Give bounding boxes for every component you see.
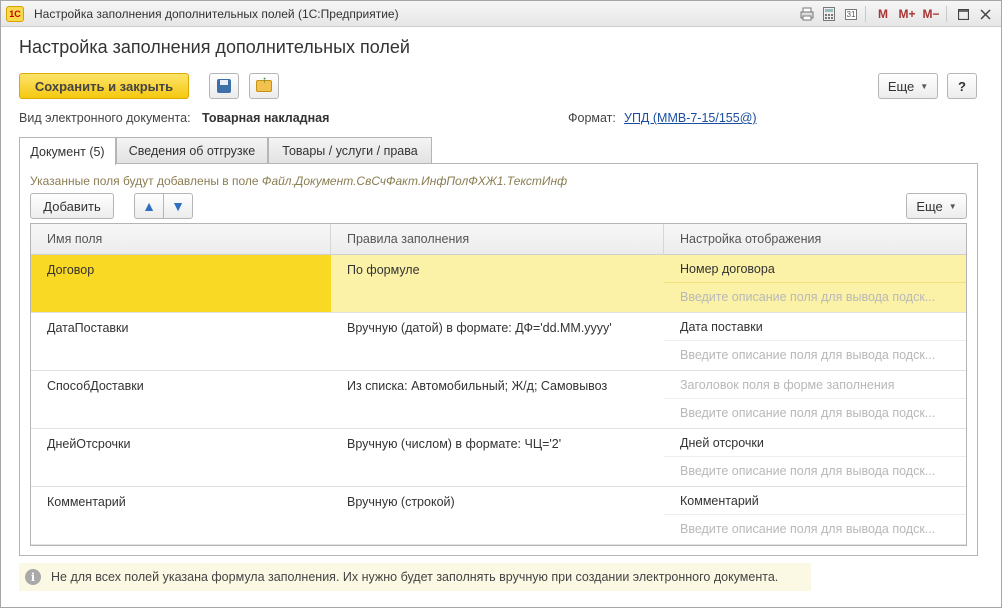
fill-rule-cell[interactable]: Вручную (датой) в формате: ДФ='dd.MM.yyy…	[331, 313, 664, 370]
display-cell[interactable]: Заголовок поля в форме заполнения Введит…	[664, 371, 966, 428]
field-name-cell[interactable]: Комментарий	[31, 487, 331, 544]
info-message-bar: i Не для всех полей указана формула запо…	[19, 563, 811, 591]
titlebar-divider	[865, 6, 866, 22]
info-icon: i	[25, 569, 41, 585]
app-window: 1С Настройка заполнения дополнительных п…	[0, 0, 1002, 608]
chevron-down-icon: ▼	[948, 201, 957, 211]
page-title: Настройка заполнения дополнительных поле…	[19, 37, 410, 57]
field-name-cell[interactable]: Договор	[31, 255, 331, 312]
field-name-cell[interactable]: СпособДоставки	[31, 371, 331, 428]
save-and-close-button[interactable]: Сохранить и закрыть	[19, 73, 189, 99]
description-placeholder[interactable]: Введите описание поля для вывода подск..…	[664, 341, 966, 369]
arrow-up-icon: ▲	[142, 198, 156, 214]
fill-rule-cell[interactable]: Вручную (строкой)	[331, 487, 664, 544]
fill-rule-cell[interactable]: Вручную (числом) в формате: ЧЦ='2'	[331, 429, 664, 486]
more-label: Еще	[916, 198, 943, 214]
format-label: Формат:	[568, 111, 616, 125]
display-title-field[interactable]: Номер договора	[664, 255, 966, 283]
1c-logo-icon: 1С	[6, 6, 24, 22]
table-row[interactable]: Договор По формуле Номер договора Введит…	[31, 255, 966, 313]
chevron-down-icon: ▼	[920, 81, 929, 91]
fill-rule-cell[interactable]: По формуле	[331, 255, 664, 312]
table-row[interactable]: ДнейОтсрочки Вручную (числом) в формате:…	[31, 429, 966, 487]
description-placeholder[interactable]: Введите описание поля для вывода подск..…	[664, 283, 966, 311]
table-header: Имя поля Правила заполнения Настройка от…	[31, 224, 966, 255]
titlebar-toolbar: 31 M M+ M−	[795, 4, 995, 24]
display-cell[interactable]: Дата поставки Введите описание поля для …	[664, 313, 966, 370]
tab-goods-services[interactable]: Товары / услуги / права	[268, 137, 432, 164]
column-header-display-settings[interactable]: Настройка отображения	[664, 224, 966, 255]
help-button[interactable]: ?	[947, 73, 977, 99]
field-name-cell[interactable]: ДнейОтсрочки	[31, 429, 331, 486]
description-placeholder[interactable]: Введите описание поля для вывода подск..…	[664, 457, 966, 485]
move-down-button[interactable]: ▼	[163, 193, 193, 219]
print-icon[interactable]	[797, 5, 817, 23]
m-plus-button[interactable]: M+	[896, 5, 918, 23]
display-title-field[interactable]: Дата поставки	[664, 313, 966, 341]
save-icon	[217, 79, 231, 93]
table-more-button[interactable]: Еще ▼	[906, 193, 967, 219]
add-button[interactable]: Добавить	[30, 193, 114, 219]
hint-text: Указанные поля будут добавлены в поле Фа…	[30, 174, 567, 188]
description-placeholder[interactable]: Введите описание поля для вывода подск..…	[664, 399, 966, 427]
save-button[interactable]	[209, 73, 239, 99]
display-cell[interactable]: Дней отсрочки Введите описание поля для …	[664, 429, 966, 486]
calendar-icon[interactable]: 31	[841, 5, 861, 23]
fields-table: Имя поля Правила заполнения Настройка от…	[30, 223, 967, 546]
close-icon[interactable]	[975, 5, 995, 23]
tab-document[interactable]: Документ (5)	[19, 137, 116, 165]
field-name-cell[interactable]: ДатаПоставки	[31, 313, 331, 370]
table-row[interactable]: Комментарий Вручную (строкой) Комментари…	[31, 487, 966, 545]
table-row[interactable]: ДатаПоставки Вручную (датой) в формате: …	[31, 313, 966, 371]
tab-shipment-info[interactable]: Сведения об отгрузке	[116, 137, 268, 164]
column-header-fill-rules[interactable]: Правила заполнения	[331, 224, 664, 255]
maximize-icon[interactable]	[953, 5, 973, 23]
m-button[interactable]: M	[872, 5, 894, 23]
table-row[interactable]: СпособДоставки Из списка: Автомобильный;…	[31, 371, 966, 429]
column-header-field-name[interactable]: Имя поля	[31, 224, 331, 255]
description-placeholder[interactable]: Введите описание поля для вывода подск..…	[664, 515, 966, 543]
move-up-button[interactable]: ▲	[134, 193, 164, 219]
upload-button[interactable]	[249, 73, 279, 99]
hint-path: Файл.Документ.СвСчФакт.ИнфПолФХЖ1.ТекстИ…	[261, 174, 568, 188]
display-cell[interactable]: Номер договора Введите описание поля для…	[664, 255, 966, 312]
doc-type-value: Товарная накладная	[202, 111, 330, 125]
folder-upload-icon	[256, 75, 272, 92]
display-cell[interactable]: Комментарий Введите описание поля для вы…	[664, 487, 966, 544]
doc-type-label: Вид электронного документа:	[19, 111, 191, 125]
window-title: Настройка заполнения дополнительных поле…	[34, 7, 399, 21]
display-title-placeholder[interactable]: Заголовок поля в форме заполнения	[664, 371, 966, 399]
display-title-field[interactable]: Дней отсрочки	[664, 429, 966, 457]
more-label: Еще	[887, 78, 915, 94]
display-title-field[interactable]: Комментарий	[664, 487, 966, 515]
title-bar: 1С Настройка заполнения дополнительных п…	[1, 1, 1001, 27]
m-minus-button[interactable]: M−	[920, 5, 942, 23]
titlebar-divider	[946, 6, 947, 22]
calculator-icon[interactable]	[819, 5, 839, 23]
hint-prefix: Указанные поля будут добавлены в поле	[30, 174, 262, 188]
fill-rule-cell[interactable]: Из списка: Автомобильный; Ж/д; Самовывоз	[331, 371, 664, 428]
arrow-down-icon: ▼	[171, 198, 185, 214]
format-link[interactable]: УПД (ММВ-7-15/155@)	[624, 111, 757, 125]
calendar-day: 31	[844, 8, 858, 20]
info-message: Не для всех полей указана формула заполн…	[51, 570, 779, 584]
more-menu-button[interactable]: Еще ▼	[878, 73, 938, 99]
